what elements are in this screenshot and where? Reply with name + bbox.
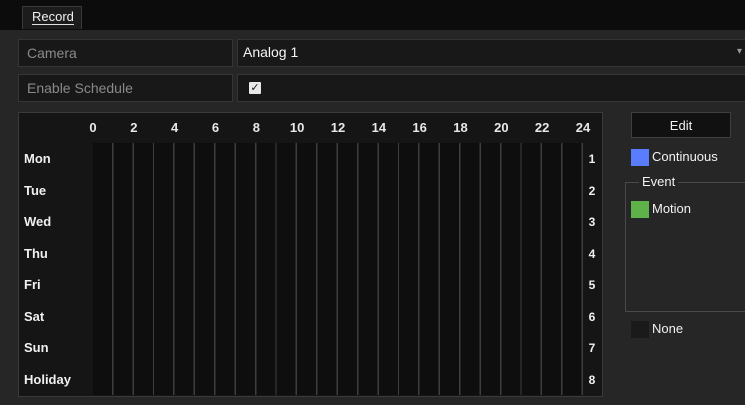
day-name: Holiday bbox=[24, 371, 71, 387]
day-row: Thu 4 bbox=[19, 238, 604, 270]
none-swatch bbox=[631, 321, 649, 338]
hour-label: 18 bbox=[453, 120, 468, 135]
hour-label: 4 bbox=[171, 120, 179, 135]
day-row: Holiday 8 bbox=[19, 364, 604, 396]
hour-header: 0 2 4 6 8 10 12 14 16 18 20 22 24 bbox=[19, 113, 604, 143]
day-name: Fri bbox=[24, 277, 41, 292]
camera-select-value: Analog 1 bbox=[243, 44, 299, 60]
hour-label: 14 bbox=[371, 120, 387, 135]
camera-label: Camera bbox=[18, 39, 233, 67]
motion-swatch bbox=[631, 201, 649, 218]
day-name: Sat bbox=[24, 308, 45, 324]
motion-label: Motion bbox=[652, 201, 692, 216]
continuous-label: Continuous bbox=[652, 149, 718, 164]
day-copy-number[interactable]: 6 bbox=[585, 310, 599, 324]
hour-label: 6 bbox=[211, 120, 220, 135]
edit-button[interactable]: Edit bbox=[631, 112, 731, 138]
day-name: Tue bbox=[24, 182, 47, 198]
enable-schedule-label: Enable Schedule bbox=[18, 74, 233, 102]
day-copy-number[interactable]: 7 bbox=[585, 341, 599, 355]
hour-label: 22 bbox=[534, 120, 550, 135]
day-row: Tue 2 bbox=[19, 175, 604, 207]
tab-bar: Record bbox=[0, 0, 745, 30]
record-settings-window: Record Camera Analog 1 ▾ Enable Schedule… bbox=[0, 0, 745, 405]
hour-label: 16 bbox=[412, 120, 427, 135]
camera-select[interactable]: Analog 1 ▾ bbox=[237, 39, 745, 67]
day-row: Fri 5 bbox=[19, 269, 604, 301]
day-name: Thu bbox=[24, 245, 48, 261]
day-copy-number[interactable]: 8 bbox=[585, 373, 599, 387]
day-copy-number[interactable]: 2 bbox=[585, 184, 599, 198]
day-copy-number[interactable]: 1 bbox=[585, 152, 599, 166]
day-row: Mon 1 bbox=[19, 143, 604, 175]
schedule-grid-panel: 0 2 4 6 8 10 12 14 16 18 20 22 24 Mon 1 Tue 2 Wed 3 Thu 4 Fr… bbox=[18, 112, 603, 397]
day-name: Sun bbox=[24, 340, 49, 355]
enable-schedule-checkbox[interactable]: ✓ bbox=[249, 82, 261, 94]
day-row: Sat 6 bbox=[19, 301, 604, 333]
chevron-down-icon: ▾ bbox=[736, 46, 742, 57]
day-name: Mon bbox=[24, 151, 51, 166]
hour-label: 8 bbox=[252, 120, 260, 135]
hour-label: 2 bbox=[130, 120, 138, 135]
tab-record-label: Record bbox=[32, 9, 74, 25]
continuous-swatch bbox=[631, 149, 649, 166]
day-name: Wed bbox=[24, 214, 52, 229]
event-group-label: Event bbox=[639, 174, 679, 189]
tab-record[interactable]: Record bbox=[22, 6, 82, 29]
hour-label: 0 bbox=[89, 120, 97, 135]
day-row: Sun 7 bbox=[19, 332, 604, 364]
day-row: Wed 3 bbox=[19, 206, 604, 238]
hour-label: 20 bbox=[494, 120, 509, 135]
hour-label: 24 bbox=[575, 120, 591, 135]
day-copy-number[interactable]: 4 bbox=[585, 247, 599, 261]
day-copy-number[interactable]: 5 bbox=[585, 278, 599, 292]
none-label: None bbox=[652, 321, 684, 336]
hour-label: 12 bbox=[330, 120, 346, 135]
day-copy-number[interactable]: 3 bbox=[585, 215, 599, 229]
hour-label: 10 bbox=[289, 120, 305, 135]
enable-schedule-field: ✓ bbox=[237, 74, 745, 102]
